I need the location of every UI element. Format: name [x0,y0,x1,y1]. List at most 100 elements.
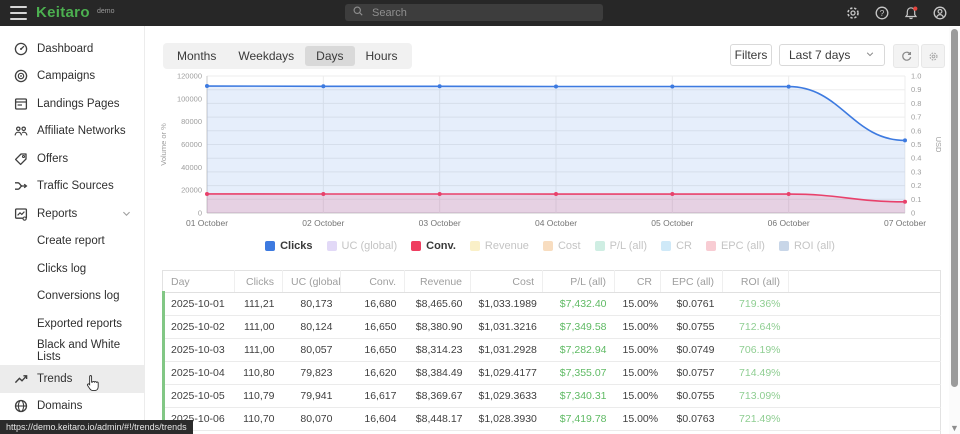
legend-label: Cost [558,240,581,252]
table-cell: 712.64% [723,316,789,339]
table-accent-strip [162,291,165,434]
svg-text:0.6: 0.6 [911,126,921,135]
legend-swatch [595,241,605,251]
table-cell: 110,80 [235,362,283,385]
column-header[interactable]: Conv. [341,271,405,293]
table-cell: $0.0755 [661,385,723,408]
table-cell: $1,029.4177 [471,362,543,385]
search-box[interactable] [345,4,603,21]
tab-hours[interactable]: Hours [355,46,409,66]
trends-chart[interactable]: 1200001000008000060000400002000001.00.90… [150,66,950,242]
sidebar-item-create-report[interactable]: Create report [0,228,144,256]
legend-label: P/L (all) [610,240,648,252]
refresh-button[interactable] [893,44,919,68]
tab-days[interactable]: Days [305,46,354,66]
table-cell: 79,941 [283,385,341,408]
chart-legend: Clicks UC (global) Conv. Revenue Cost P/L (al… [150,240,950,252]
legend-item-clicks[interactable]: Clicks [265,240,312,252]
legend-swatch [470,241,480,251]
sidebar-item-trends[interactable]: Trends [0,365,144,393]
table-cell: $7,355.07 [543,362,615,385]
tab-weekdays[interactable]: Weekdays [227,46,305,66]
sidebar-item-conversions-log[interactable]: Conversions log [0,283,144,311]
sidebar-item-clicks-log[interactable]: Clicks log [0,255,144,283]
column-header[interactable]: ROI (all) [723,271,789,293]
table-cell: $1,033.1989 [471,293,543,316]
settings-icon[interactable] [845,5,861,21]
column-header[interactable]: Cost [471,271,543,293]
legend-label: EPC (all) [721,240,765,252]
legend-item-epc-all-[interactable]: EPC (all) [706,240,765,252]
legend-item-roi-all-[interactable]: ROI (all) [779,240,835,252]
column-header[interactable]: Revenue [405,271,471,293]
column-header[interactable]: EPC (all) [661,271,723,293]
svg-text:0.4: 0.4 [911,154,921,163]
sidebar-item-affiliate-networks[interactable]: Affiliate Networks [0,118,144,146]
chart-settings-button[interactable] [921,44,945,68]
sidebar-item-label: Dashboard [37,43,93,55]
column-header[interactable]: Clicks [235,271,283,293]
sidebar-item-label: Conversions log [37,290,119,302]
table-cell: 16,680 [341,293,405,316]
table-cell: 111,00 [235,339,283,362]
sidebar-item-offers[interactable]: Offers [0,145,144,173]
column-header[interactable]: P/L (all) [543,271,615,293]
table-cell: 15.00% [615,362,661,385]
legend-swatch [265,241,275,251]
table-cell: $7,419.78 [543,408,615,431]
sidebar-item-campaigns[interactable]: Campaigns [0,63,144,91]
table-cell: 79,823 [283,362,341,385]
table-cell: 16,604 [341,408,405,431]
table-cell: $8,380.90 [405,316,471,339]
search-input[interactable] [370,6,596,20]
period-tabs: MonthsWeekdaysDaysHours [163,43,412,69]
legend-item-conv-[interactable]: Conv. [411,240,456,252]
svg-text:0.1: 0.1 [911,195,921,204]
svg-text:Volume or %: Volume or % [159,123,168,166]
table-cell [471,431,543,434]
legend-item-cr[interactable]: CR [661,240,692,252]
column-header[interactable]: UC (global) [283,271,341,293]
legend-item-cost[interactable]: Cost [543,240,581,252]
sidebar-item-traffic-sources[interactable]: Traffic Sources [0,173,144,201]
table-cell: 2025-10-04 [163,362,235,385]
table-cell: 15.00% [615,339,661,362]
svg-text:03 October: 03 October [419,218,461,228]
svg-text:100000: 100000 [177,94,202,103]
filters-button[interactable]: Filters [730,44,772,66]
notifications-icon[interactable] [903,5,919,21]
svg-text:02 October: 02 October [302,218,344,228]
scrollbar-down-arrow[interactable]: ▼ [950,423,959,433]
sidebar-item-dashboard[interactable]: Dashboard [0,35,144,63]
help-icon[interactable]: ? [874,5,890,21]
table-cell: $8,384.49 [405,362,471,385]
table-cell: $7,432.40 [543,293,615,316]
tab-months[interactable]: Months [166,46,227,66]
app-window: Keitaro demo ? DashboardCampaignsLanding… [0,0,960,434]
legend-item-revenue[interactable]: Revenue [470,240,529,252]
column-header[interactable]: CR [615,271,661,293]
legend-swatch [327,241,337,251]
menu-icon[interactable] [10,6,27,20]
table-cell: 713.09% [723,385,789,408]
account-icon[interactable] [932,5,948,21]
legend-item-uc-global-[interactable]: UC (global) [327,240,398,252]
legend-item-p-l-all-[interactable]: P/L (all) [595,240,648,252]
table-row: 2025-10-07 [163,431,941,434]
scrollbar-thumb[interactable] [951,29,958,387]
table-header-row: DayClicksUC (global)Conv.RevenueCostP/L … [163,271,941,293]
table-cell [615,431,661,434]
sidebar-item-landings-pages[interactable]: Landings Pages [0,90,144,118]
date-range-select[interactable]: Last 7 days [779,44,885,66]
sidebar-item-exported-reports[interactable]: Exported reports [0,310,144,338]
table-cell: $1,029.3633 [471,385,543,408]
sidebar-item-label: Campaigns [37,70,95,82]
table-cell [283,431,341,434]
sidebar-item-domains[interactable]: Domains [0,393,144,421]
svg-text:04 October: 04 October [535,218,577,228]
sidebar-item-reports[interactable]: Reports [0,200,144,228]
search-icon [352,4,364,22]
sidebar-item-label: Traffic Sources [37,180,114,192]
sidebar-item-black-and-white-lists[interactable]: Black and White Lists [0,338,144,366]
column-header[interactable]: Day [163,271,235,293]
